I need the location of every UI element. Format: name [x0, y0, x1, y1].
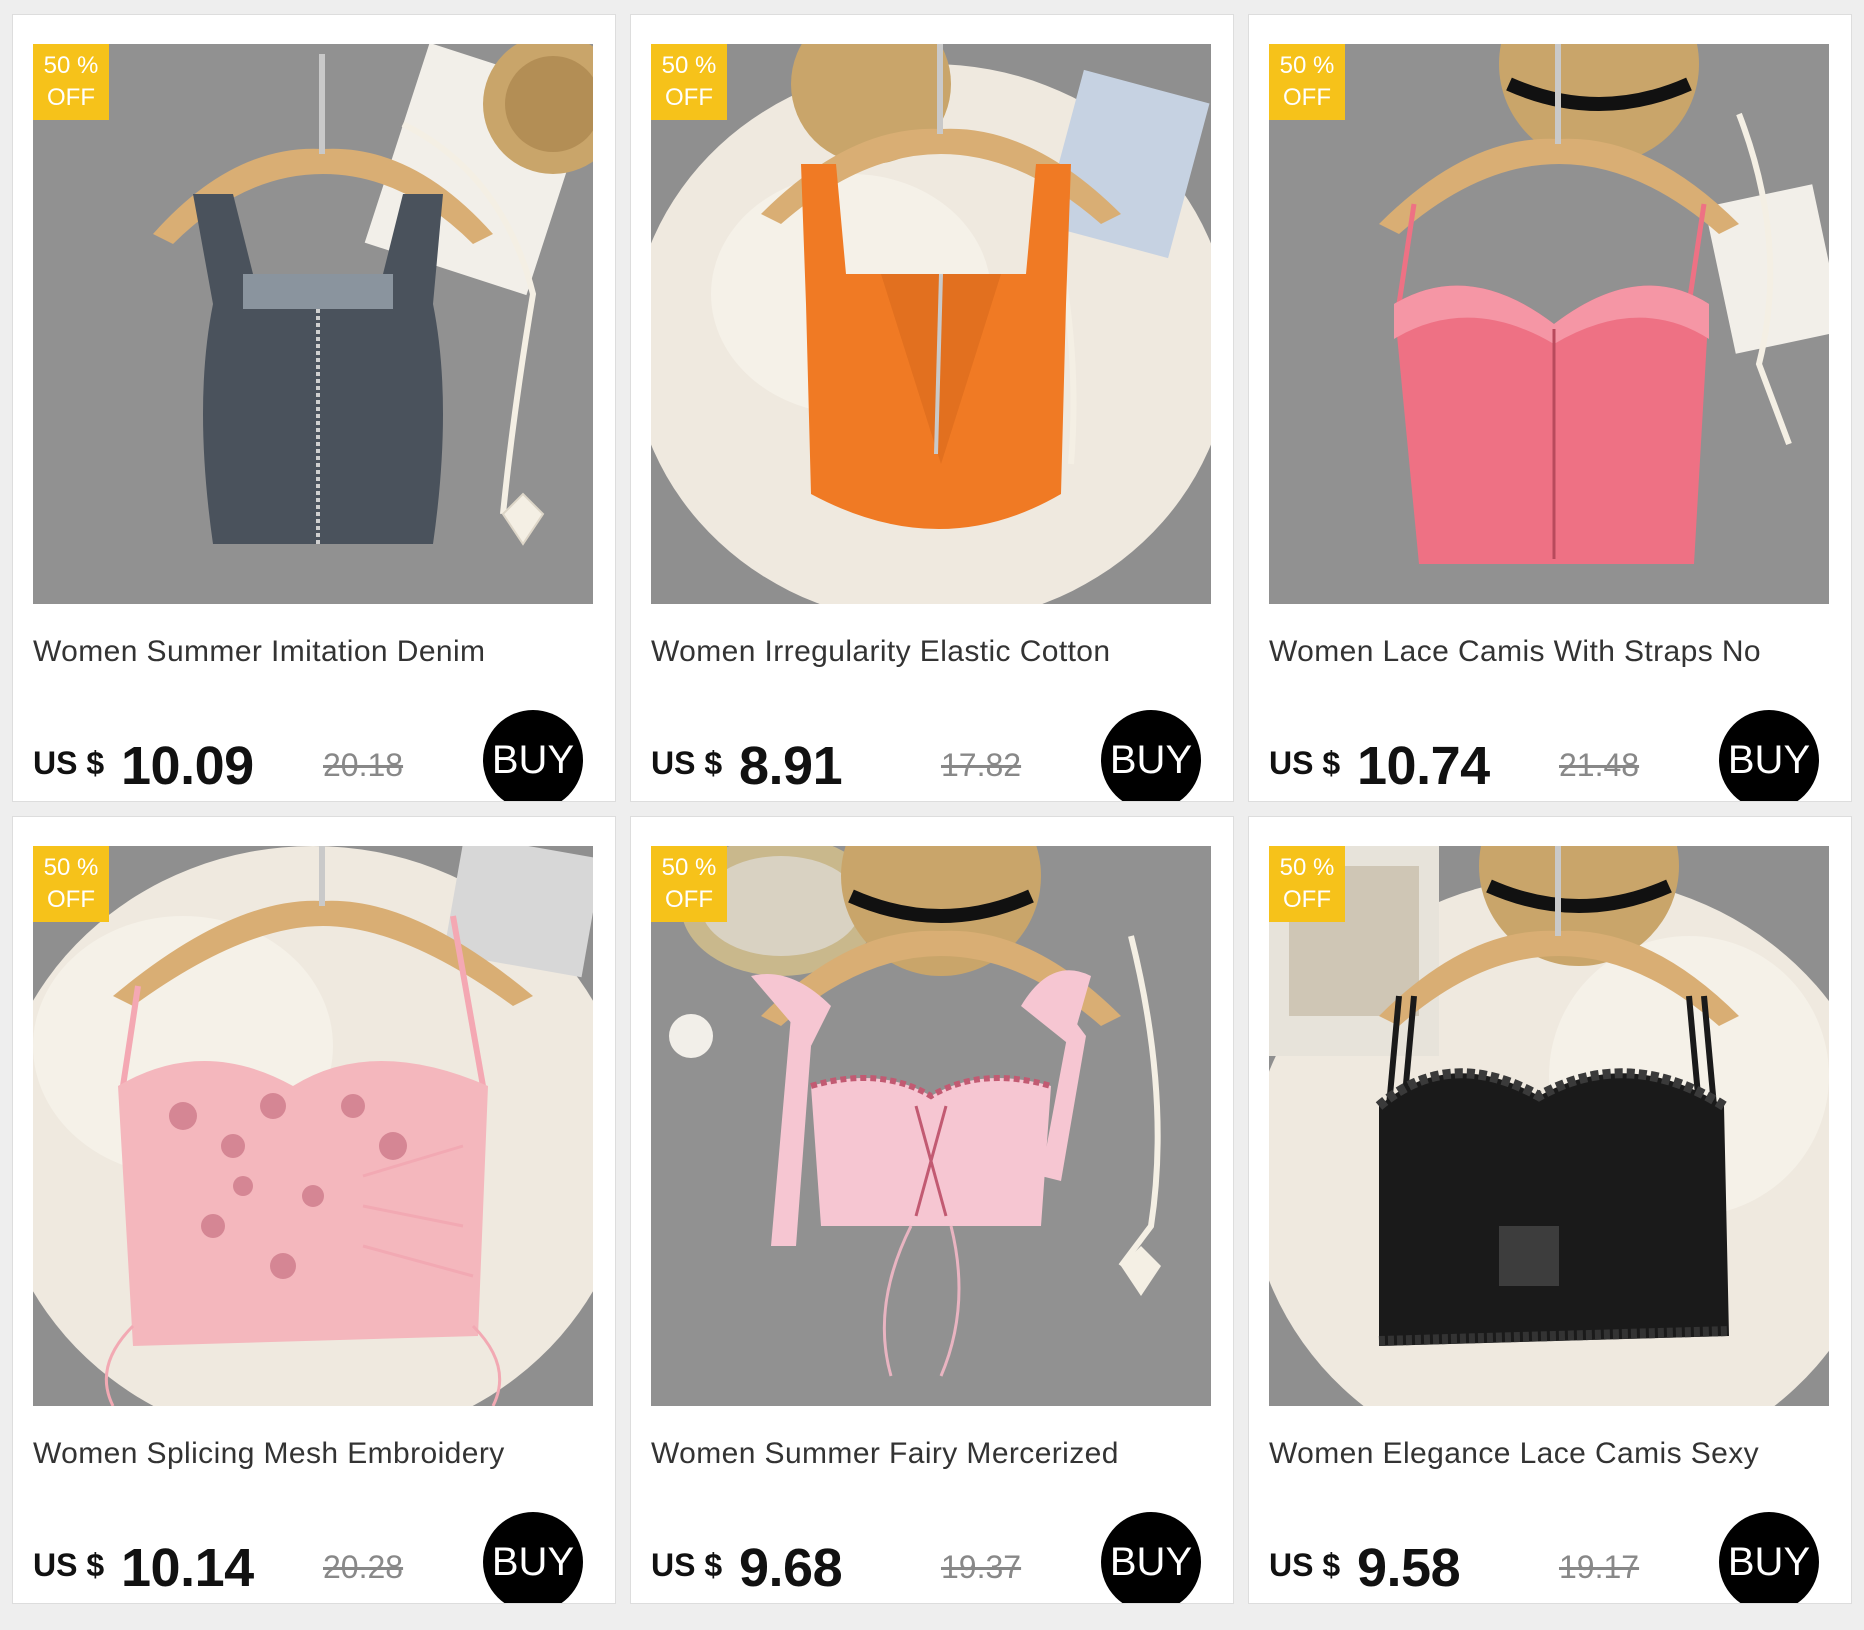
- product-card[interactable]: 50 % OFF Women Elegance Lace Camis Sexy …: [1248, 816, 1852, 1604]
- product-photo: [33, 44, 593, 604]
- product-card[interactable]: 50 % OFF Women Summer Fairy Mercerized U…: [630, 816, 1234, 1604]
- original-price: 20.28: [323, 1549, 404, 1585]
- badge-off: OFF: [47, 84, 95, 111]
- discount-badge: 50 % OFF: [33, 846, 109, 922]
- product-photo: [1269, 44, 1829, 604]
- product-image[interactable]: 50 % OFF: [651, 846, 1211, 1406]
- product-card[interactable]: 50 % OFF Women Splicing Mesh Embroidery …: [12, 816, 616, 1604]
- product-photo: [1269, 846, 1829, 1406]
- product-card[interactable]: 50 % OFF Women Summer Imitation Denim US…: [12, 14, 616, 802]
- product-photo: [33, 846, 593, 1406]
- buy-button[interactable]: BUY: [1101, 1512, 1201, 1603]
- badge-off: OFF: [1283, 84, 1331, 111]
- product-image[interactable]: 50 % OFF: [651, 44, 1211, 604]
- badge-off: OFF: [47, 886, 95, 913]
- buy-button[interactable]: BUY: [483, 710, 583, 801]
- original-price: 17.82: [941, 747, 1022, 783]
- badge-percent: 50 %: [43, 854, 99, 881]
- original-price: 20.18: [323, 747, 404, 783]
- sale-price: 10.09: [121, 736, 254, 796]
- sale-price: 9.68: [739, 1538, 843, 1598]
- original-price: 19.17: [1559, 1549, 1640, 1585]
- price-row: US $ 9.58 19.17 BUY: [1269, 1509, 1835, 1603]
- badge-off: OFF: [1283, 886, 1331, 913]
- product-grid: 50 % OFF Women Summer Imitation Denim US…: [12, 14, 1852, 1604]
- product-image[interactable]: 50 % OFF: [33, 44, 593, 604]
- sale-price: 8.91: [739, 736, 843, 796]
- discount-badge: 50 % OFF: [1269, 44, 1345, 120]
- sale-price: 9.58: [1357, 1538, 1461, 1598]
- price-row: US $ 10.14 20.28 BUY: [33, 1509, 599, 1603]
- sale-price: 10.14: [121, 1538, 254, 1598]
- currency-label: US $: [651, 745, 723, 781]
- price-row: US $ 10.74 21.48 BUY: [1269, 707, 1835, 801]
- currency-label: US $: [33, 1547, 105, 1583]
- buy-button[interactable]: BUY: [483, 1512, 583, 1603]
- price-row: US $ 8.91 17.82 BUY: [651, 707, 1217, 801]
- discount-badge: 50 % OFF: [33, 44, 109, 120]
- product-card[interactable]: 50 % OFF Women Irregularity Elastic Cott…: [630, 14, 1234, 802]
- badge-percent: 50 %: [1279, 854, 1335, 881]
- buy-button[interactable]: BUY: [1719, 710, 1819, 801]
- product-image[interactable]: 50 % OFF: [1269, 44, 1829, 604]
- currency-label: US $: [651, 1547, 723, 1583]
- badge-percent: 50 %: [661, 52, 717, 79]
- product-card[interactable]: 50 % OFF Women Lace Camis With Straps No…: [1248, 14, 1852, 802]
- product-title[interactable]: Women Lace Camis With Straps No: [1269, 633, 1835, 669]
- product-title[interactable]: Women Summer Fairy Mercerized: [651, 1435, 1217, 1471]
- product-image[interactable]: 50 % OFF: [1269, 846, 1829, 1406]
- buy-button[interactable]: BUY: [1101, 710, 1201, 801]
- currency-label: US $: [1269, 1547, 1341, 1583]
- product-title[interactable]: Women Elegance Lace Camis Sexy: [1269, 1435, 1835, 1471]
- price-row: US $ 10.09 20.18 BUY: [33, 707, 599, 801]
- original-price: 19.37: [941, 1549, 1022, 1585]
- currency-label: US $: [33, 745, 105, 781]
- discount-badge: 50 % OFF: [651, 44, 727, 120]
- product-title[interactable]: Women Summer Imitation Denim: [33, 633, 599, 669]
- badge-off: OFF: [665, 84, 713, 111]
- discount-badge: 50 % OFF: [651, 846, 727, 922]
- product-image[interactable]: 50 % OFF: [33, 846, 593, 1406]
- product-title[interactable]: Women Splicing Mesh Embroidery: [33, 1435, 599, 1471]
- discount-badge: 50 % OFF: [1269, 846, 1345, 922]
- badge-percent: 50 %: [1279, 52, 1335, 79]
- sale-price: 10.74: [1357, 736, 1490, 796]
- currency-label: US $: [1269, 745, 1341, 781]
- badge-percent: 50 %: [43, 52, 99, 79]
- original-price: 21.48: [1559, 747, 1640, 783]
- badge-percent: 50 %: [661, 854, 717, 881]
- product-photo: [651, 44, 1211, 604]
- product-title[interactable]: Women Irregularity Elastic Cotton: [651, 633, 1217, 669]
- product-photo: [651, 846, 1211, 1406]
- price-row: US $ 9.68 19.37 BUY: [651, 1509, 1217, 1603]
- badge-off: OFF: [665, 886, 713, 913]
- buy-button[interactable]: BUY: [1719, 1512, 1819, 1603]
